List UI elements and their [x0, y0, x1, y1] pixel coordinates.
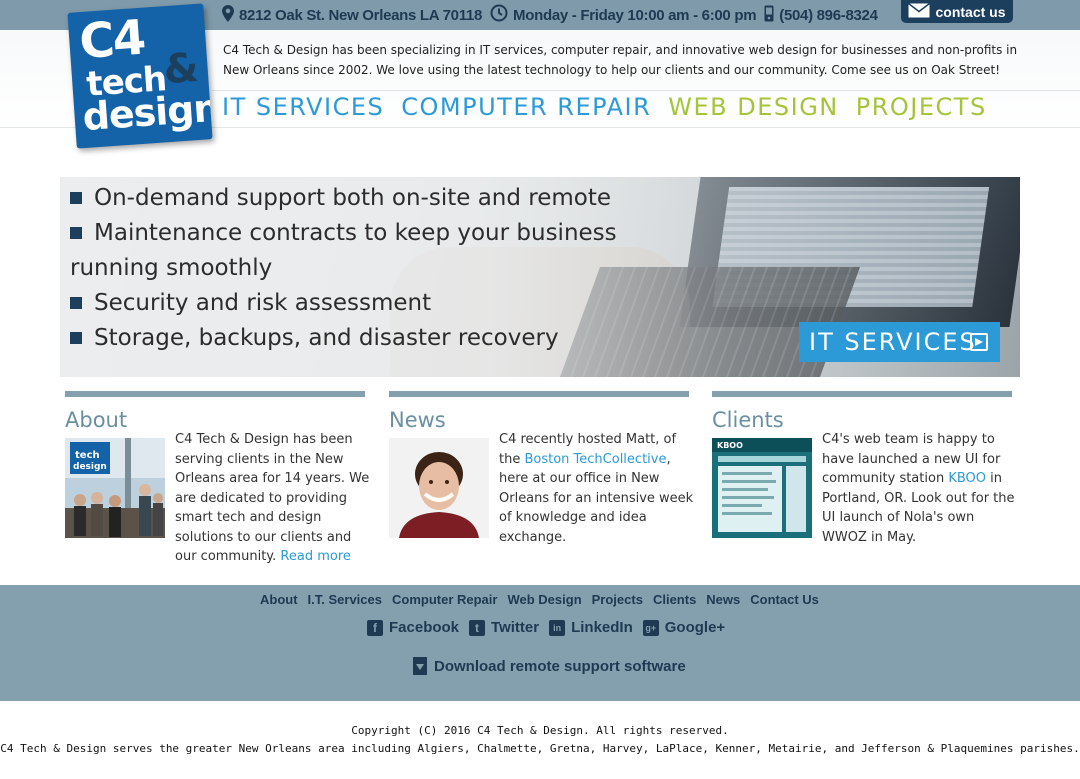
footer-link-projects[interactable]: Projects: [592, 592, 643, 607]
footer-link-about[interactable]: About: [260, 592, 298, 607]
nav-it-services[interactable]: IT SERVICES: [222, 93, 384, 121]
hero-bullet: Maintenance contracts to keep your busin…: [70, 220, 617, 281]
read-more-link[interactable]: Read more: [280, 549, 350, 564]
google-plus-link[interactable]: g+ Google+: [642, 619, 725, 636]
footer-link-contact-us[interactable]: Contact Us: [750, 592, 819, 607]
download-remote-support-link[interactable]: Download remote support software: [413, 657, 686, 675]
svg-text:tech: tech: [75, 450, 100, 461]
address-text: 8212 Oak St. New Orleans LA 70118: [239, 6, 483, 24]
news-section: News C4 recently hosted Matt, of the Bos…: [389, 391, 693, 545]
logo-c4: C4: [77, 9, 146, 71]
bullet-square-icon: [70, 191, 82, 204]
news-text: C4 recently hosted Matt, of the Boston T…: [499, 432, 694, 545]
social-links: f Facebook t Twitter in LinkedIn g+ Google+: [367, 619, 735, 636]
hero-banner: On-demand support both on-site and remot…: [60, 177, 1020, 377]
footer: About I.T. Services Computer Repair Web …: [0, 585, 1080, 701]
twitter-icon: t: [469, 619, 486, 636]
nav-projects[interactable]: PROJECTS: [856, 93, 987, 121]
envelope-icon: [908, 2, 931, 21]
bullet-square-icon: [70, 296, 82, 309]
facebook-link[interactable]: f Facebook: [367, 619, 459, 636]
clients-photo[interactable]: KBOO: [712, 438, 812, 538]
logo-design: design: [81, 85, 213, 140]
footer-link-clients[interactable]: Clients: [653, 592, 696, 607]
footer-link-web-design[interactable]: Web Design: [507, 592, 581, 607]
contact-us-label: contact us: [935, 3, 1006, 20]
google-plus-icon: g+: [642, 619, 659, 636]
phone-icon: [764, 5, 774, 26]
it-services-button[interactable]: IT SERVICES: [799, 322, 1000, 362]
map-pin-icon: [222, 4, 234, 26]
clock-icon: [490, 4, 508, 26]
contact-info: 8212 Oak St. New Orleans LA 70118 Monday…: [222, 4, 886, 26]
it-services-button-label: IT SERVICES: [809, 328, 977, 356]
copyright-block: Copyright (C) 2016 C4 Tech & Design. All…: [0, 722, 1080, 758]
logo-ampersand: &: [162, 44, 201, 94]
copyright-text: Copyright (C) 2016 C4 Tech & Design. All…: [351, 724, 729, 737]
header-divider: [212, 90, 1080, 91]
twitter-link[interactable]: t Twitter: [469, 619, 539, 636]
svg-text:design: design: [73, 462, 107, 472]
hours-text: Monday - Friday 10:00 am - 6:00 pm: [513, 6, 757, 24]
svg-text:KBOO: KBOO: [717, 441, 743, 450]
hero-bullet: Security and risk assessment: [70, 286, 630, 321]
linkedin-icon: in: [549, 619, 566, 636]
nav-computer-repair[interactable]: COMPUTER REPAIR: [401, 93, 651, 121]
hero-bullet: On-demand support both on-site and remot…: [70, 181, 630, 216]
facebook-icon: f: [367, 619, 383, 636]
download-icon: [413, 657, 427, 675]
hero-bullet-list: On-demand support both on-site and remot…: [70, 181, 630, 356]
footer-link-it-services[interactable]: I.T. Services: [308, 592, 382, 607]
c4-logo[interactable]: C4 tech & design: [67, 3, 213, 149]
footer-nav: About I.T. Services Computer Repair Web …: [260, 592, 829, 607]
phone-text[interactable]: (504) 896-8324: [779, 7, 878, 24]
hero-bullet: Storage, backups, and disaster recovery: [70, 321, 630, 356]
contact-us-button[interactable]: contact us: [901, 0, 1013, 23]
footer-link-computer-repair[interactable]: Computer Repair: [392, 592, 497, 607]
footer-link-news[interactable]: News: [706, 592, 740, 607]
bullet-square-icon: [70, 331, 82, 344]
main-nav: IT SERVICES COMPUTER REPAIR WEB DESIGN P…: [222, 93, 1004, 121]
about-photo[interactable]: tech design: [65, 438, 165, 538]
arrow-right-icon: [970, 333, 988, 351]
intro-text: C4 Tech & Design has been specializing i…: [223, 43, 1018, 77]
nav-web-design[interactable]: WEB DESIGN: [668, 93, 839, 121]
boston-techcollective-link[interactable]: Boston TechCollective: [524, 452, 666, 467]
bullet-square-icon: [70, 226, 82, 239]
kboo-link[interactable]: KBOO: [948, 471, 986, 486]
about-section: About tech design C4 Tech & Design has b…: [65, 391, 369, 564]
about-text: C4 Tech & Design has been serving client…: [175, 432, 370, 564]
news-photo[interactable]: [389, 438, 489, 538]
service-area-text: C4 Tech & Design serves the greater New …: [0, 742, 1080, 755]
clients-text: C4's web team is happy to have launched …: [822, 432, 1015, 545]
linkedin-link[interactable]: in LinkedIn: [549, 619, 633, 636]
clients-section: Clients KBOO C4's web team is happy to h…: [712, 391, 1015, 545]
